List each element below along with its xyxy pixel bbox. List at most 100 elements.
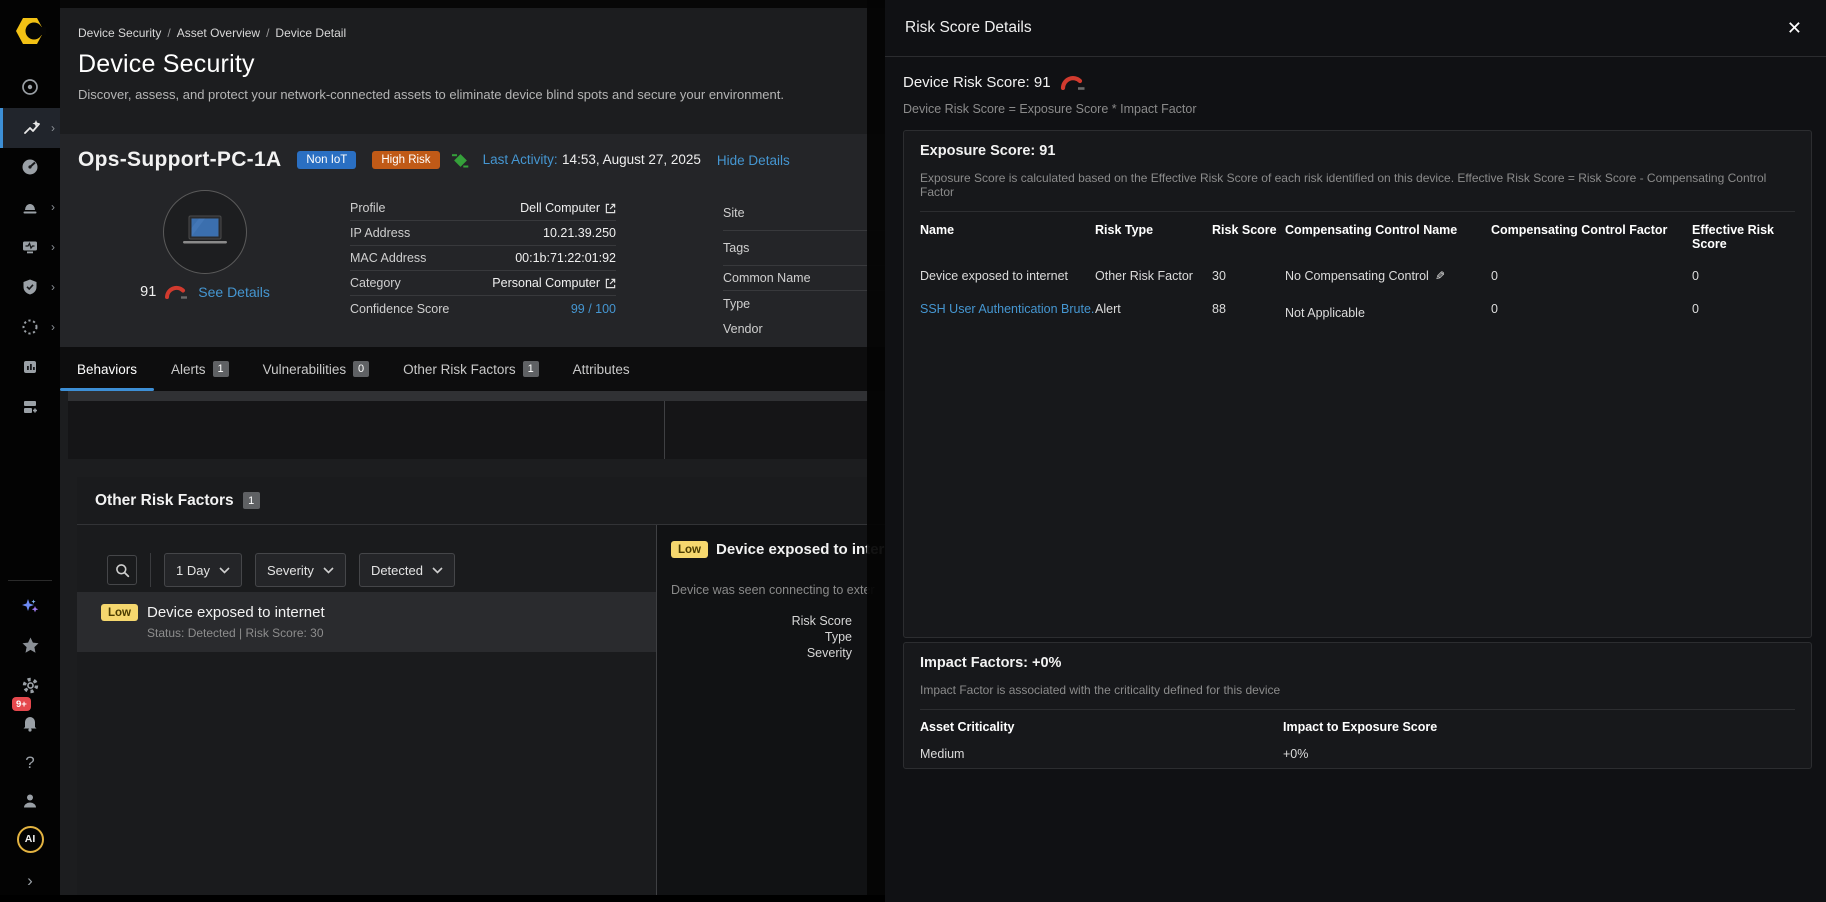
sidebar-item-radar[interactable] — [0, 68, 60, 106]
sidebar-item-help[interactable]: ? — [0, 744, 60, 782]
field-row-category: Category Personal Computer — [350, 271, 616, 296]
chevron-right-icon: › — [51, 321, 55, 333]
breadcrumb-asset-overview[interactable]: Asset Overview — [177, 26, 260, 40]
armis-logo-icon — [14, 15, 46, 47]
page-subtitle: Discover, assess, and protect your netwo… — [78, 87, 784, 102]
vulnerabilities-count-badge: 0 — [353, 361, 369, 377]
severity-dropdown[interactable]: Severity — [255, 553, 346, 587]
app-root: › › › › › — [0, 0, 1826, 902]
alerts-count-badge: 1 — [213, 361, 229, 377]
device-tabbar: Behaviors Alerts1 Vulnerabilities0 Other… — [60, 347, 885, 391]
chevron-right-icon: › — [51, 281, 55, 293]
sidebar-item-notifications[interactable]: 9+ — [0, 704, 60, 742]
tab-other-risk-factors[interactable]: Other Risk Factors1 — [386, 347, 556, 391]
tab-vulnerabilities[interactable]: Vulnerabilities0 — [246, 347, 387, 391]
chevron-right-icon: › — [51, 201, 55, 213]
sidebar-item-ai-assistant[interactable] — [0, 588, 60, 626]
risk-factors-count-badge: 1 — [523, 361, 539, 377]
impact-factors-description: Impact Factor is associated with the cri… — [920, 683, 1795, 697]
sidebar-item-device-monitor[interactable]: › — [0, 228, 60, 266]
row-name-link[interactable]: SSH User Authentication Brute... — [920, 292, 1095, 329]
chevron-down-icon — [323, 567, 334, 574]
search-icon — [115, 563, 130, 578]
device-type-badge: Non IoT — [297, 151, 356, 169]
col-risk-type: Risk Type — [1095, 212, 1212, 259]
breadcrumb: Device Security/Asset Overview/Device De… — [78, 26, 346, 40]
sidebar-item-risk-gauge[interactable] — [0, 148, 60, 186]
row-effective-score: 0 — [1692, 259, 1795, 292]
external-link-icon[interactable] — [605, 203, 616, 214]
sidebar-item-ai-badge[interactable]: AI — [0, 820, 60, 858]
sidebar-item-integrations[interactable] — [0, 388, 60, 426]
field-row-ip: IP Address 10.21.39.250 — [350, 221, 616, 246]
field-row-profile: Profile Dell Computer — [350, 196, 616, 221]
category-value[interactable]: Personal Computer — [492, 276, 600, 290]
page-title: Device Security — [78, 50, 255, 79]
sidebar-item-compliance[interactable]: › — [0, 268, 60, 306]
field-row-type: Type — [723, 291, 885, 316]
drawer-header: Risk Score Details ✕ — [885, 0, 1826, 57]
sidebar-item-profile[interactable] — [0, 782, 60, 820]
row-effective-score: 0 — [1692, 292, 1795, 329]
drawer-backdrop[interactable] — [867, 0, 885, 902]
field-row-site: Site — [723, 196, 885, 231]
sidebar-item-device-security[interactable]: › — [0, 108, 60, 148]
field-row-vendor: Vendor — [723, 316, 885, 341]
row-control-name: No Compensating Control✎ — [1285, 259, 1491, 292]
detail-label-type: Type — [792, 629, 852, 645]
toolbar-separator — [150, 553, 151, 587]
see-details-link[interactable]: See Details — [198, 284, 270, 300]
detail-title: Device exposed to inter — [716, 541, 884, 558]
col-effective-score: Effective Risk Score — [1692, 212, 1795, 259]
sidebar-item-discovery[interactable]: › — [0, 308, 60, 346]
time-range-dropdown[interactable]: 1 Day — [164, 553, 242, 587]
col-name: Name — [920, 212, 1095, 259]
field-row-common-name: Common Name — [723, 266, 885, 291]
ip-address-value: 10.21.39.250 — [543, 226, 616, 240]
panel-divider — [664, 401, 665, 459]
row-name: Device exposed to internet — [920, 259, 1095, 292]
profile-value[interactable]: Dell Computer — [520, 201, 600, 215]
chevron-right-icon: › — [51, 241, 55, 253]
ai-badge: AI — [17, 826, 44, 853]
detail-label-severity: Severity — [792, 645, 852, 661]
sidebar-item-alerts[interactable]: › — [0, 188, 60, 226]
exposure-score-title: Exposure Score: 91 — [920, 143, 1795, 159]
detail-severity-badge: Low — [671, 541, 708, 558]
search-button[interactable] — [107, 555, 137, 585]
sidebar-divider — [8, 580, 52, 581]
tab-behaviors[interactable]: Behaviors — [60, 347, 154, 391]
col-control-name: Compensating Control Name — [1285, 212, 1491, 259]
row-risk-score: 88 — [1212, 292, 1285, 329]
breadcrumb-device-security[interactable]: Device Security — [78, 26, 161, 40]
last-activity-label: Last Activity: — [483, 152, 558, 167]
tab-alerts[interactable]: Alerts1 — [154, 347, 246, 391]
close-icon[interactable]: ✕ — [1787, 19, 1802, 37]
chevron-down-icon — [219, 567, 230, 574]
risk-factors-count: 1 — [243, 492, 260, 509]
risk-factor-list-item[interactable]: Low Device exposed to internet Status: D… — [77, 592, 656, 652]
row-control-factor: 0 — [1491, 292, 1692, 329]
col-control-factor: Compensating Control Factor — [1491, 212, 1692, 259]
col-risk-score: Risk Score — [1212, 212, 1285, 259]
exposure-score-box: Exposure Score: 91 Exposure Score is cal… — [903, 130, 1812, 638]
edit-pencil-icon[interactable]: ✎ — [1435, 269, 1445, 283]
confidence-score-value[interactable]: 99 / 100 — [571, 302, 616, 316]
risk-gauge-icon — [164, 285, 190, 299]
risk-factors-title: Other Risk Factors — [95, 492, 234, 510]
status-dropdown[interactable]: Detected — [359, 553, 455, 587]
external-link-icon[interactable] — [605, 278, 616, 289]
sidebar-item-favorites[interactable] — [0, 626, 60, 664]
mac-address-value: 00:1b:71:22:01:92 — [515, 251, 616, 265]
armis-logo[interactable] — [0, 12, 60, 50]
tab-attributes[interactable]: Attributes — [556, 347, 647, 391]
row-control-factor: 0 — [1491, 259, 1692, 292]
breadcrumb-device-detail[interactable]: Device Detail — [275, 26, 346, 40]
horizontal-scrollbar[interactable] — [68, 391, 868, 401]
hide-details-link[interactable]: Hide Details — [717, 153, 790, 168]
chevron-right-icon: › — [51, 122, 55, 134]
sidebar-item-reports[interactable] — [0, 348, 60, 386]
impact-table: Asset Criticality Impact to Exposure Sco… — [920, 710, 1795, 767]
row-criticality: Medium — [920, 741, 1283, 767]
device-fields-right: Site Tags Common Name Type Vendor — [723, 196, 885, 341]
